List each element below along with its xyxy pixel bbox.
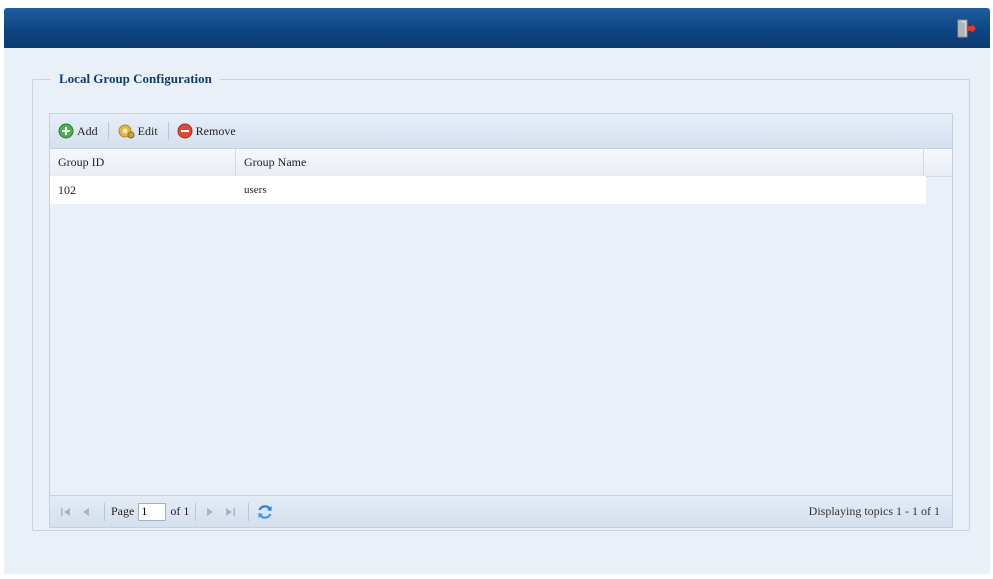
- edit-gear-icon: [118, 124, 135, 139]
- add-icon: [58, 123, 74, 139]
- local-group-panel: Local Group Configuration Add Edit Remov…: [32, 71, 970, 531]
- column-header-group-id[interactable]: Group ID: [50, 149, 236, 176]
- next-page-icon[interactable]: [202, 504, 218, 520]
- panel-title: Local Group Configuration: [59, 71, 212, 86]
- page-number-input[interactable]: [138, 502, 167, 521]
- prev-page-icon[interactable]: [78, 504, 94, 520]
- column-header-spacer: [924, 149, 952, 176]
- toolbar-separator: [167, 122, 169, 140]
- edit-button[interactable]: Edit: [117, 123, 158, 139]
- remove-button[interactable]: Remove: [177, 123, 236, 139]
- add-button[interactable]: Add: [58, 123, 98, 139]
- pager-separator: [248, 502, 250, 521]
- logout-icon[interactable]: [956, 19, 976, 39]
- table-row[interactable]: 102 users: [50, 176, 926, 204]
- table-body: 102 users: [50, 176, 926, 204]
- edit-label: Edit: [137, 123, 158, 138]
- first-page-icon[interactable]: [58, 504, 74, 520]
- page-of-label: of 1: [170, 504, 190, 518]
- remove-label: Remove: [195, 123, 236, 138]
- refresh-icon[interactable]: [255, 502, 275, 522]
- pager-separator: [195, 502, 197, 521]
- column-header-group-name[interactable]: Group Name: [236, 149, 924, 176]
- display-info: Displaying topics 1 - 1 of 1: [808, 504, 940, 518]
- app-window: Local Group Configuration Add Edit Remov…: [4, 8, 990, 574]
- pager-separator: [104, 502, 105, 521]
- grid-toolbar: Add Edit Remove: [50, 114, 952, 149]
- top-bar: [4, 8, 990, 48]
- pagination-bar: Page of 1: [50, 495, 952, 527]
- group-grid: Add Edit Remove Group ID Group Name 102 …: [49, 113, 953, 528]
- toolbar-separator: [107, 122, 109, 140]
- cell-group-id: 102: [58, 182, 76, 197]
- cell-group-name: users: [244, 184, 267, 196]
- table-header: Group ID Group Name: [50, 149, 952, 177]
- remove-icon: [177, 123, 193, 139]
- last-page-icon[interactable]: [222, 504, 238, 520]
- add-label: Add: [77, 123, 98, 138]
- page-label: Page: [111, 504, 135, 518]
